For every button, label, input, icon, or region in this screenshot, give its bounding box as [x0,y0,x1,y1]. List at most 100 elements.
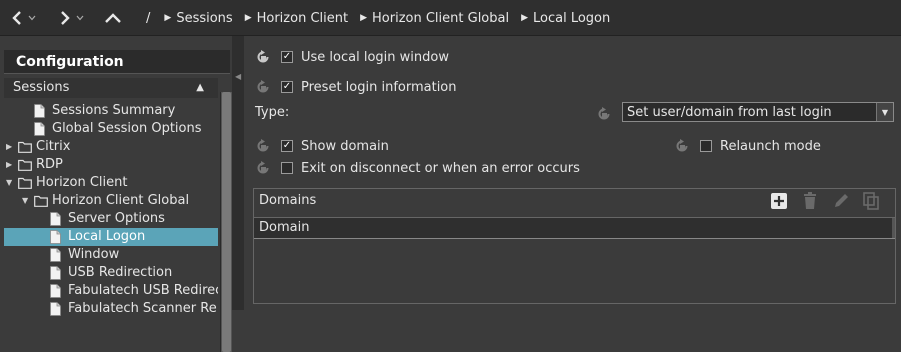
tree-item-label: RDP [36,157,63,172]
type-label: Type: [255,104,290,120]
file-icon [50,248,61,262]
chevron-down-icon [76,15,84,21]
use-local-login-label: Use local login window [301,49,449,65]
file-icon [34,122,45,136]
tree-item[interactable]: Window [4,246,218,264]
tree-item[interactable]: ▼ Horizon Client [4,174,218,192]
sessions-section-header[interactable]: Sessions ▲ [4,78,218,98]
sessions-tree: Sessions Summary Global Session Options ▶ C… [4,102,218,318]
preset-login-label: Preset login information [301,79,457,95]
folder-icon [34,195,48,209]
tree-item-label: Window [68,247,120,262]
tree-item[interactable]: Fabulatech Scanner Re [4,300,218,318]
edit-icon[interactable] [831,191,851,211]
delete-icon[interactable] [800,191,820,211]
folder-icon [18,141,32,155]
tree-item-label: Sessions Summary [52,103,176,118]
tree-item-label: Horizon Client [36,175,128,190]
tree-item-label: Fabulatech USB Redirec [68,283,218,298]
tree-item[interactable]: Sessions Summary [4,102,218,120]
collapsed-arrow-icon[interactable]: ▶ [6,138,12,156]
triangle-right-icon: ▶ [521,13,529,23]
collapse-left-icon[interactable]: ◀ [235,72,241,81]
scrollbar-thumb[interactable] [222,92,231,352]
panel-title: Configuration [4,50,230,74]
breadcrumb-item[interactable]: ▶ Horizon Client Global [360,11,509,26]
triangle-right-icon: ▶ [244,13,252,23]
exit-on-disconnect-row: Exit on disconnect or when an error occu… [255,158,580,178]
file-icon [34,104,45,118]
breadcrumb: / ▶ Sessions ▶ Horizon Client ▶ Horizon Cli… [146,0,622,36]
exit-on-disconnect-label: Exit on disconnect or when an error occu… [301,160,580,176]
file-icon [50,230,61,244]
relaunch-mode-checkbox[interactable] [700,140,712,152]
domains-title: Domains [259,193,317,208]
chevron-left-icon [12,11,21,25]
show-domain-row: ✓ Show domain [255,136,389,156]
tree-item[interactable]: Global Session Options [4,120,218,138]
preset-login-row: ✓ Preset login information [255,77,457,97]
add-icon[interactable] [769,191,789,211]
relaunch-mode-label: Relaunch mode [720,138,821,154]
collapsed-arrow-icon[interactable]: ▶ [6,156,12,174]
tree-item[interactable]: Server Options [4,210,218,228]
expanded-arrow-icon[interactable]: ▼ [6,174,12,192]
type-select-value: Set user/domain from last login [627,104,832,120]
tree-item-label: Horizon Client Global [52,193,190,208]
tree-item[interactable]: USB Redirection [4,264,218,282]
column-resize-handle[interactable] [892,218,895,238]
reset-icon[interactable] [255,160,271,176]
use-local-login-checkbox[interactable]: ✓ [281,51,293,63]
expanded-arrow-icon[interactable]: ▼ [22,192,28,210]
tree-item[interactable]: Fabulatech USB Redirec [4,282,218,300]
tree-item-label: Global Session Options [52,121,202,136]
domains-table: Domains Domain [253,188,896,304]
local-logon-settings: ✓ Use local login window ✓ Preset login … [244,36,901,310]
folder-icon [18,177,32,191]
back-button[interactable] [10,6,36,30]
exit-on-disconnect-checkbox[interactable] [281,162,293,174]
up-button[interactable] [104,6,122,30]
tree-item[interactable]: ▶ Citrix [4,138,218,156]
folder-icon [18,159,32,173]
domain-column-header[interactable]: Domain [254,217,895,239]
preset-login-checkbox[interactable]: ✓ [281,81,293,93]
breadcrumb-item[interactable]: ▶ Local Logon [521,11,610,26]
reset-icon[interactable] [596,106,612,122]
show-domain-checkbox[interactable]: ✓ [281,140,293,152]
tree-item-label: Citrix [36,139,71,154]
tree-item-label: USB Redirection [68,265,173,280]
triangle-right-icon: ▶ [164,13,172,23]
tree-scrollbar[interactable] [220,92,232,352]
file-icon [50,266,61,280]
tree-item-label: Fabulatech Scanner Re [68,301,217,316]
top-bar: / ▶ Sessions ▶ Horizon Client ▶ Horizon Cli… [0,0,901,36]
chevron-right-icon [61,11,70,25]
chevron-down-icon[interactable]: ▼ [876,103,893,121]
file-icon [50,212,61,226]
file-icon [50,302,61,316]
tree-item-label: Server Options [68,211,165,226]
breadcrumb-item[interactable]: ▶ Sessions [164,11,232,26]
type-reset-row [596,104,622,124]
forward-button[interactable] [58,6,84,30]
show-domain-label: Show domain [301,138,389,154]
triangle-right-icon: ▶ [360,13,368,23]
tree-item[interactable]: ▶ RDP [4,156,218,174]
chevron-up-icon [105,13,121,23]
panel-splitter[interactable]: ◀ [232,36,244,310]
reset-icon[interactable] [255,138,271,154]
collapse-up-icon[interactable]: ▲ [196,78,204,98]
reset-icon[interactable] [255,49,271,65]
file-icon [50,284,61,298]
type-select[interactable]: Set user/domain from last login ▼ [622,102,894,122]
tree-item[interactable]: ▼ Horizon Client Global [4,192,218,210]
tree-item[interactable]: Local Logon [4,228,218,246]
reset-icon[interactable] [674,138,690,154]
breadcrumb-item[interactable]: ▶ Horizon Client [245,11,348,26]
copy-icon[interactable] [861,191,881,211]
tree-item-label: Local Logon [68,229,146,244]
reset-icon[interactable] [255,79,271,95]
breadcrumb-root[interactable]: / [146,11,150,26]
relaunch-mode-row: Relaunch mode [674,136,821,156]
